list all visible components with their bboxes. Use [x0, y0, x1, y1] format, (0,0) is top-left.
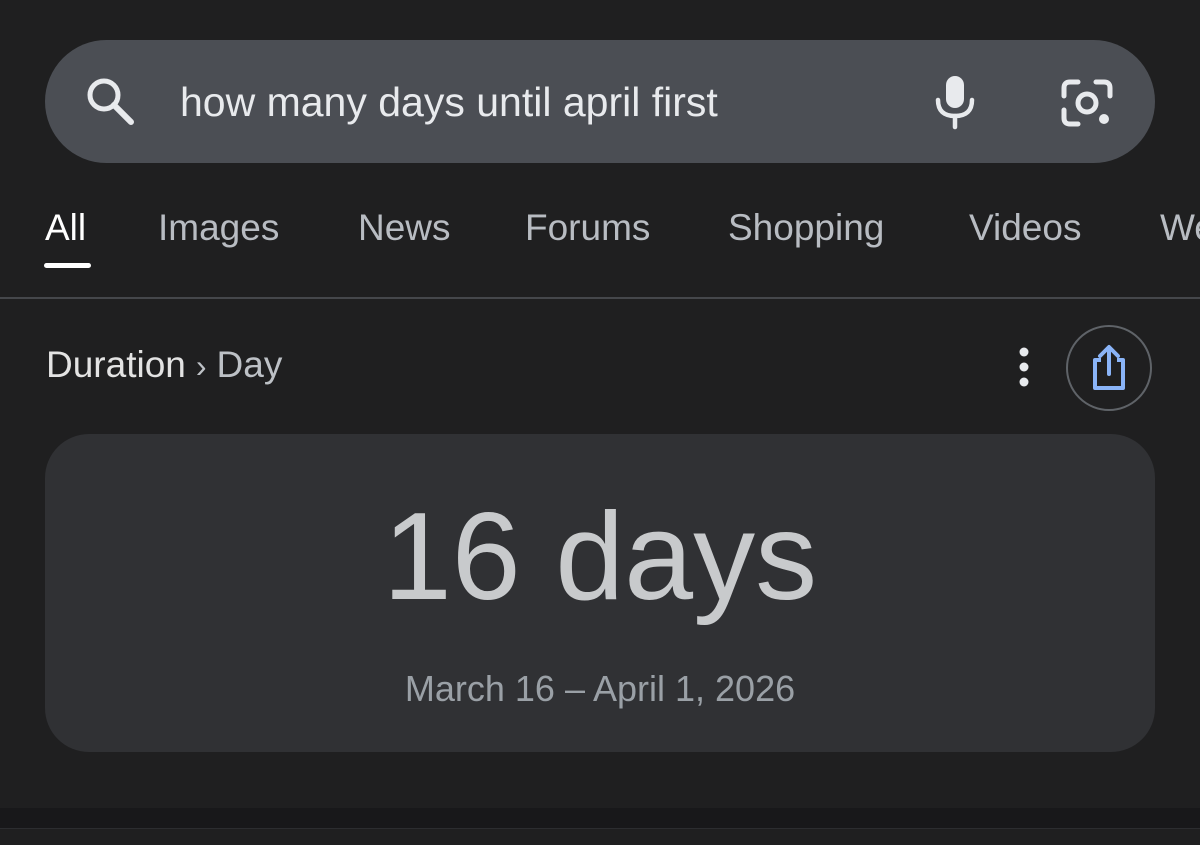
share-button[interactable]	[1066, 325, 1152, 411]
tab-videos[interactable]: Videos	[969, 205, 1081, 251]
next-result-card	[0, 828, 1200, 845]
result-date-range: March 16 – April 1, 2026	[404, 668, 796, 709]
more-vert-icon[interactable]	[1004, 346, 1044, 388]
active-tab-indicator	[44, 263, 91, 268]
breadcrumb-duration[interactable]: Duration	[46, 344, 186, 385]
breadcrumb-day[interactable]: Day	[217, 344, 283, 385]
section-gap	[0, 808, 1200, 828]
tab-forums[interactable]: Forums	[525, 205, 650, 251]
tab-images[interactable]: Images	[158, 205, 279, 251]
tab-shopping[interactable]: Shopping	[728, 205, 884, 251]
breadcrumb-separator: ›	[195, 348, 207, 384]
mic-icon[interactable]	[930, 72, 980, 132]
search-input[interactable]: how many days until april first	[180, 74, 718, 130]
search-icon[interactable]	[82, 73, 138, 129]
result-value: 16 days	[382, 488, 818, 626]
tab-news[interactable]: News	[358, 205, 451, 251]
lens-icon[interactable]	[1058, 74, 1116, 132]
breadcrumb: Duration › Day	[46, 342, 282, 388]
tab-all[interactable]: All	[45, 205, 86, 251]
share-icon	[1093, 345, 1125, 390]
tab-web[interactable]: We	[1160, 205, 1200, 251]
tabs-divider	[0, 297, 1200, 299]
